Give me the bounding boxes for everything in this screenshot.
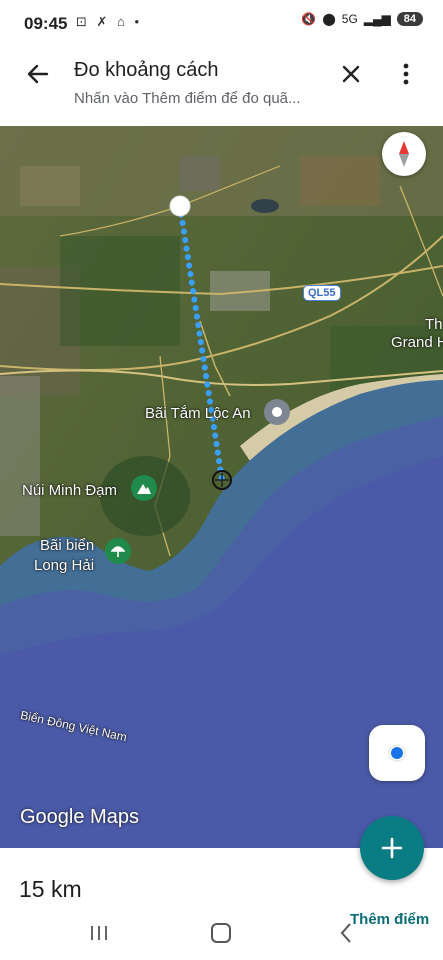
compass-icon xyxy=(399,141,409,167)
map-label-grand-top: Th xyxy=(425,316,443,333)
home-icon[interactable] xyxy=(211,923,231,943)
recent-apps-icon[interactable] xyxy=(88,924,110,942)
map-label-loc-an[interactable]: Bãi Tắm Lộc An xyxy=(145,405,251,422)
battery-badge: 84 xyxy=(396,12,423,26)
distance-value: 15 km xyxy=(19,876,82,902)
map-label-long-hai-2[interactable]: Long Hải xyxy=(34,557,94,574)
back-button[interactable] xyxy=(20,56,56,92)
add-point-fab[interactable] xyxy=(360,816,424,880)
back-nav-icon[interactable] xyxy=(339,922,353,944)
plus-icon xyxy=(381,837,403,859)
map-view[interactable]: QL55 Th Grand H Bãi Tắm Lộc An Núi Minh … xyxy=(0,126,443,848)
umbrella-icon xyxy=(111,546,125,557)
mountain-pin-icon[interactable] xyxy=(131,475,157,501)
beach-pin-icon[interactable] xyxy=(264,399,290,425)
more-options-button[interactable] xyxy=(392,56,420,92)
more-vert-icon xyxy=(403,63,409,85)
mute-icon: 🔇 xyxy=(301,12,317,26)
status-bar: 09:45 ⊡ ✗ ⌂ • 🔇 ⬤ 5G ▂▄▆ 84 xyxy=(0,0,443,44)
road-shield-ql55: QL55 xyxy=(303,285,341,301)
network-label: 5G xyxy=(341,12,358,26)
arrow-left-icon xyxy=(27,64,49,84)
location-icon: ⬤ xyxy=(322,12,336,26)
google-maps-logo: Google Maps xyxy=(20,806,139,828)
close-icon xyxy=(342,65,360,83)
map-label-minh-dam[interactable]: Núi Minh Đạm xyxy=(22,482,117,499)
compass-button[interactable] xyxy=(382,132,426,176)
system-nav-bar xyxy=(0,912,443,960)
map-label-long-hai-1[interactable]: Bãi biển xyxy=(40,537,94,554)
page-subtitle: Nhấn vào Thêm điểm để đo quã... xyxy=(74,90,301,107)
status-right-icons: 🔇 ⬤ 5G ▂▄▆ 84 xyxy=(301,12,423,26)
signal-icon: ▂▄▆ xyxy=(363,12,391,26)
notification-icons: ⊡ ✗ ⌂ • xyxy=(76,14,143,29)
my-location-button[interactable] xyxy=(369,725,425,781)
status-time: 09:45 xyxy=(24,14,68,33)
beach-umbrella-pin-icon[interactable] xyxy=(105,538,131,564)
app-bar: Đo khoảng cách Nhấn vào Thêm điểm để đo … xyxy=(0,44,443,126)
close-button[interactable] xyxy=(333,56,369,92)
my-location-icon xyxy=(388,744,406,762)
page-title: Đo khoảng cách xyxy=(74,59,219,81)
mountain-icon xyxy=(137,484,151,494)
map-label-grand: Grand H xyxy=(391,334,443,351)
